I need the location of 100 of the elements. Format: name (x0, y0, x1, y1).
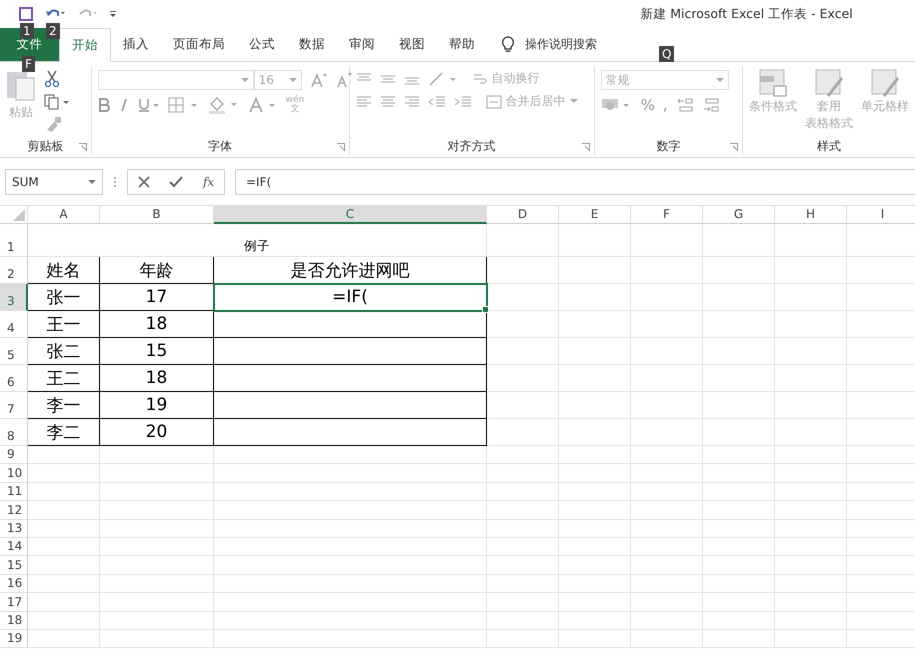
group-label: 字体 (208, 138, 232, 154)
table-cell (487, 284, 559, 311)
table-cell (775, 630, 847, 648)
table-cell (703, 630, 775, 648)
table-cell: 王一 (28, 311, 100, 338)
table-cell (487, 338, 559, 365)
row-header[interactable]: 13 (0, 520, 28, 538)
row-header[interactable]: 7 (0, 392, 28, 419)
cancel-icon[interactable] (138, 176, 150, 188)
table-cell (487, 612, 559, 630)
table-cell (28, 482, 100, 502)
insert-function-button[interactable]: fx (202, 175, 214, 189)
table-cell (703, 482, 775, 502)
table-cell (559, 501, 631, 520)
table-cell (703, 556, 775, 575)
table-cell (775, 593, 847, 612)
table-cell (775, 520, 847, 538)
merge-cells-icon (486, 94, 502, 108)
table-cell (631, 482, 703, 502)
row-header[interactable]: 16 (0, 574, 28, 594)
select-all-icon[interactable] (13, 209, 25, 221)
dropdown-icon[interactable] (716, 78, 724, 82)
table-cell (28, 446, 100, 464)
ribbon-tab[interactable]: 插入 (111, 28, 161, 61)
table-cell (559, 257, 631, 284)
name-box[interactable]: SUM (5, 169, 103, 195)
table-cell (559, 464, 631, 483)
table-cell (775, 464, 847, 483)
row-header[interactable]: 18 (0, 612, 28, 630)
table-cell (487, 482, 559, 502)
table-cell (703, 520, 775, 538)
ribbon-tab[interactable]: 帮助 (437, 28, 487, 61)
table-cell: 20 (100, 419, 214, 446)
column-header[interactable]: E (559, 206, 631, 224)
formula-field[interactable]: =IF( (235, 169, 915, 195)
table-cell (559, 311, 631, 338)
column-header[interactable]: I (847, 206, 915, 224)
search-field[interactable]: 操作说明搜索 (525, 36, 597, 53)
column-header[interactable]: A (28, 206, 100, 224)
column-header[interactable]: D (487, 206, 559, 224)
ribbon-tab[interactable]: 视图 (387, 28, 437, 61)
row-header[interactable]: 6 (0, 365, 28, 392)
lightbulb-icon[interactable] (501, 36, 515, 54)
table-cell (703, 612, 775, 630)
table-cell (28, 520, 100, 538)
row-header[interactable]: 12 (0, 501, 28, 520)
ribbon-tab[interactable]: 审阅 (337, 28, 387, 61)
column-header[interactable]: F (631, 206, 703, 224)
table-cell (703, 574, 775, 594)
row-header[interactable]: 3 (0, 284, 28, 311)
table-cell (703, 338, 775, 365)
table-cell: 李二 (28, 419, 100, 446)
table-cell: 年龄 (100, 257, 214, 284)
table-cell (28, 501, 100, 520)
table-cell (631, 593, 703, 612)
customize-icon[interactable] (108, 9, 118, 19)
column-header[interactable]: C (214, 206, 487, 224)
ribbon-tab[interactable]: 公式 (237, 28, 287, 61)
table-cell: 张一 (28, 284, 100, 311)
table-cell (703, 257, 775, 284)
save-icon[interactable] (18, 6, 34, 22)
cell-brush-icon (870, 68, 900, 98)
ribbon-tab[interactable]: 开始 (59, 28, 111, 62)
row-header[interactable]: 17 (0, 593, 28, 612)
table-cell (775, 365, 847, 392)
row-header[interactable]: 15 (0, 556, 28, 575)
table-cell: 是否允许进网吧 (214, 257, 487, 284)
group-label: 对齐方式 (448, 138, 496, 154)
row-header[interactable]: 19 (0, 630, 28, 648)
table-cell (775, 482, 847, 502)
table-cell (631, 284, 703, 311)
table-cell (775, 419, 847, 446)
row-header[interactable]: 8 (0, 419, 28, 446)
column-header[interactable]: H (775, 206, 847, 224)
keytip: Q (659, 46, 674, 62)
dropdown-icon[interactable] (240, 78, 249, 82)
table-cell (775, 501, 847, 520)
table-cell (487, 520, 559, 538)
row-header[interactable]: 11 (0, 482, 28, 502)
table-cell: 王二 (28, 365, 100, 392)
dropdown-icon[interactable] (288, 78, 297, 82)
table-cell (631, 446, 703, 464)
row-header[interactable]: 14 (0, 538, 28, 556)
table-cell[interactable]: =IF( (214, 284, 487, 311)
row-header[interactable]: 4 (0, 311, 28, 338)
ribbon-tab[interactable]: 页面布局 (161, 28, 237, 61)
row-header[interactable]: 1 (0, 224, 28, 257)
table-cell (775, 556, 847, 575)
table-cell (559, 284, 631, 311)
row-header[interactable]: 5 (0, 338, 28, 365)
ribbon-tab[interactable]: 数据 (287, 28, 337, 61)
table-cell (703, 224, 775, 257)
column-header[interactable]: G (703, 206, 775, 224)
table-cell (703, 311, 775, 338)
row-header[interactable]: 10 (0, 464, 28, 483)
table-cell: 姓名 (28, 257, 100, 284)
wrap-text-icon (472, 72, 488, 86)
row-header[interactable]: 9 (0, 446, 28, 464)
table-cell (487, 464, 559, 483)
enter-icon[interactable] (169, 176, 184, 188)
